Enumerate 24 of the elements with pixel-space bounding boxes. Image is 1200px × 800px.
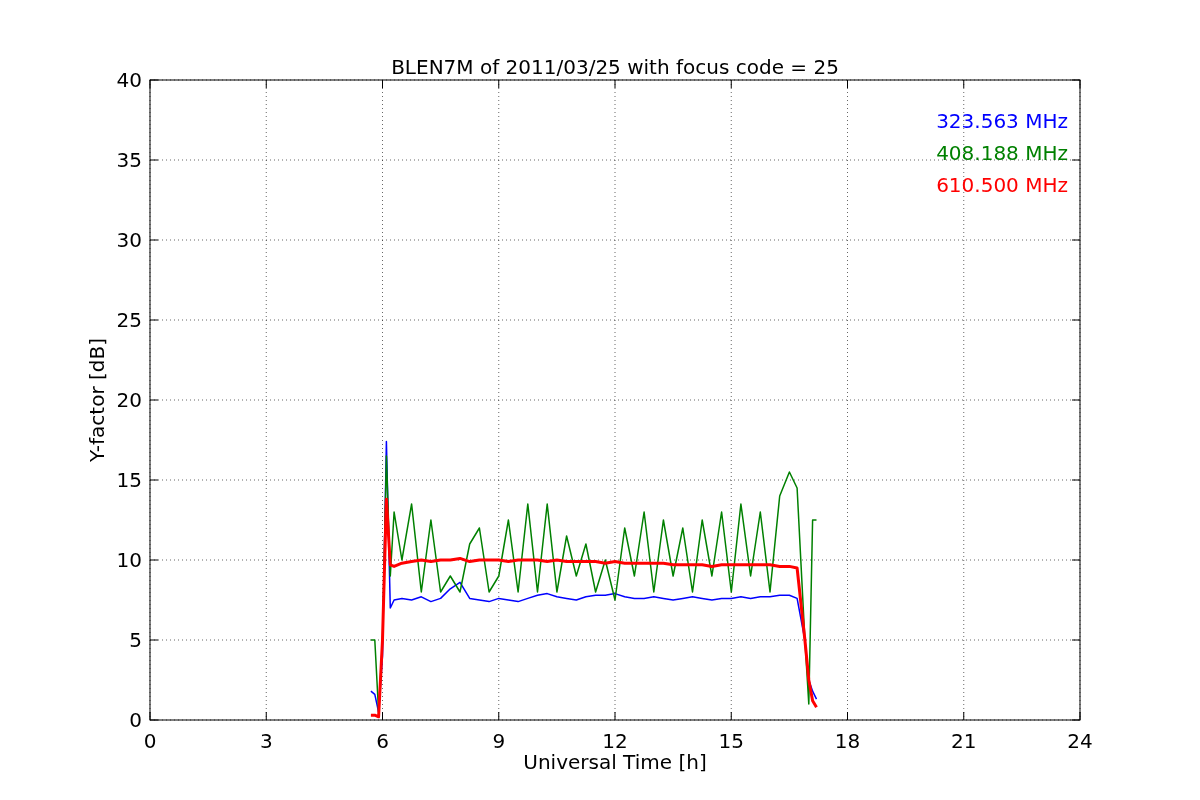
tick-label: 6: [376, 729, 389, 753]
tick-label: 10: [116, 548, 142, 572]
y-axis-label: Y-factor [dB]: [85, 338, 109, 462]
tick-label: 9: [492, 729, 506, 753]
x-axis-label: Universal Time [h]: [523, 750, 707, 774]
chart-title: BLEN7M of 2011/03/25 with focus code = 25: [391, 55, 839, 79]
tick-label: 35: [116, 148, 142, 172]
tick-label: 15: [718, 729, 744, 753]
tick-label: 24: [1067, 729, 1093, 753]
tick-label: 15: [116, 468, 142, 492]
legend-label: 610.500 MHz: [936, 173, 1068, 197]
tick-label: 5: [129, 628, 142, 652]
tick-label: 18: [834, 729, 861, 753]
tick-label: 3: [259, 729, 273, 753]
tick-label: 40: [116, 68, 142, 92]
tick-label: 0: [129, 708, 142, 732]
tick-label: 25: [116, 308, 142, 332]
tick-label: 12: [602, 729, 628, 753]
tick-label: 20: [116, 388, 142, 412]
tick-label: 0: [143, 729, 157, 753]
legend-label: 323.563 MHz: [936, 109, 1068, 133]
tick-label: 30: [116, 228, 142, 252]
legend-label: 408.188 MHz: [936, 141, 1068, 165]
tick-label: 21: [951, 729, 977, 753]
